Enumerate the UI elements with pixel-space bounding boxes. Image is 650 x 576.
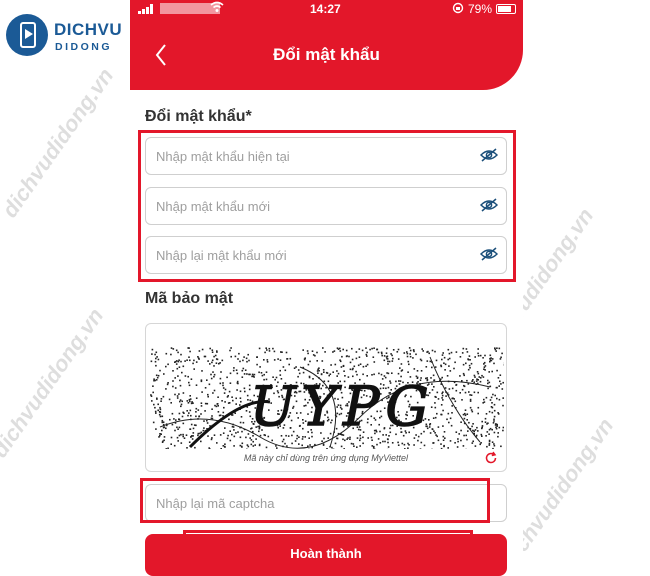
password-section-title: Đổi mật khẩu* xyxy=(145,108,252,125)
captcha-image: UYPG xyxy=(150,347,504,449)
status-bar: 14:27 79% xyxy=(130,0,523,18)
watermark-text: dichvudidong.vn xyxy=(0,63,119,222)
battery-icon xyxy=(496,4,516,14)
watermark-logo: DICHVU DIDONG xyxy=(4,10,132,60)
new-password-field[interactable]: Nhập mật khẩu mới xyxy=(145,187,507,225)
captcha-input-placeholder: Nhập lại mã captcha xyxy=(156,496,275,511)
eye-off-icon[interactable] xyxy=(479,198,499,212)
submit-button[interactable]: Hoàn thành xyxy=(145,534,507,576)
page: dichvudidong.vn dichvudidong.vn dichvudi… xyxy=(0,0,650,576)
eye-off-icon[interactable] xyxy=(479,148,499,162)
orientation-lock-icon xyxy=(452,2,464,17)
wifi-icon xyxy=(210,1,224,16)
current-password-placeholder: Nhập mật khẩu hiện tại xyxy=(156,149,290,164)
captcha-note: Mã này chỉ dùng trên ứng dụng MyViettel xyxy=(243,453,409,463)
confirm-password-placeholder: Nhập lại mật khẩu mới xyxy=(156,248,287,263)
brand-name-line2: DIDONG xyxy=(55,41,112,53)
new-password-placeholder: Nhập mật khẩu mới xyxy=(156,199,271,214)
captcha-box: UYPG Mã này chỉ dùng trên ứng dụng MyVie… xyxy=(145,323,507,472)
captcha-input[interactable]: Nhập lại mã captcha xyxy=(145,484,507,522)
watermark-text: dichvudidong.vn xyxy=(0,303,109,462)
status-time: 14:27 xyxy=(310,2,341,16)
signal-icon xyxy=(138,4,158,14)
current-password-field[interactable]: Nhập mật khẩu hiện tại xyxy=(145,137,507,175)
page-title: Đổi mật khẩu xyxy=(273,45,380,64)
confirm-password-field[interactable]: Nhập lại mật khẩu mới xyxy=(145,236,507,274)
brand-name-line1: DICHVU xyxy=(54,20,123,39)
eye-off-icon[interactable] xyxy=(479,247,499,261)
refresh-icon[interactable] xyxy=(484,451,498,465)
phone-screen: 14:27 79% Đổi mật khẩu Đổi mật khẩu* Nhậ… xyxy=(130,0,523,576)
captcha-section-title: Mã bảo mật xyxy=(145,290,234,307)
battery-percent: 79% xyxy=(468,2,493,16)
captcha-text: UYPG xyxy=(250,375,435,438)
app-header: 14:27 79% Đổi mật khẩu xyxy=(130,0,523,90)
play-icon xyxy=(25,29,33,39)
